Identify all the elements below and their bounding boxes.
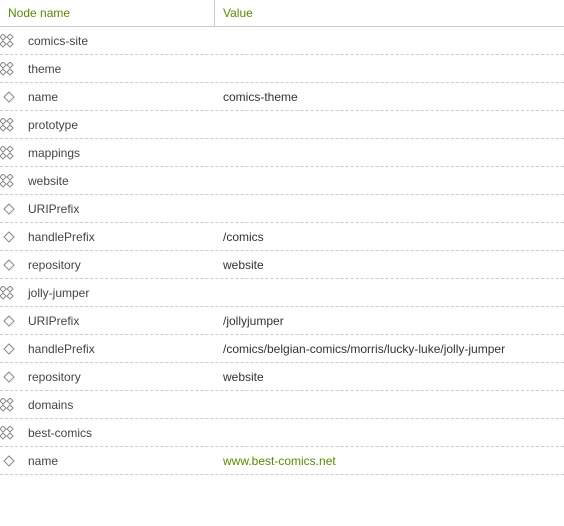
- tree-row[interactable]: handlePrefix/comics/belgian-comics/morri…: [0, 335, 564, 363]
- tree-row[interactable]: name www.best-comics.net: [0, 447, 564, 475]
- node-value: /comics/belgian-comics/morris/lucky-luke…: [215, 338, 564, 360]
- group-node-icon: [0, 426, 18, 440]
- node-name-cell: repository: [0, 366, 215, 388]
- node-name-cell: handlePrefix: [0, 338, 215, 360]
- node-label: URIPrefix: [18, 314, 79, 328]
- node-value: [215, 37, 564, 45]
- node-value[interactable]: www.best-comics.net: [215, 450, 564, 472]
- node-value: [215, 429, 564, 437]
- node-label: comics-site: [18, 34, 88, 48]
- node-label: handlePrefix: [18, 230, 95, 244]
- node-name-cell: name: [0, 450, 215, 472]
- node-label: website: [18, 174, 69, 188]
- node-label: handlePrefix: [18, 342, 95, 356]
- node-label: repository: [18, 258, 81, 272]
- tree-row[interactable]: mappings: [0, 139, 564, 167]
- group-node-icon: [0, 34, 18, 48]
- node-value: [215, 65, 564, 73]
- node-label: theme: [18, 62, 61, 76]
- node-value: [215, 149, 564, 157]
- group-node-icon: [0, 398, 18, 412]
- node-name-cell: theme: [0, 58, 215, 80]
- node-label: repository: [18, 370, 81, 384]
- node-label: prototype: [18, 118, 78, 132]
- table-header: Node name Value: [0, 0, 564, 27]
- header-node-name: Node name: [0, 0, 215, 26]
- group-node-icon: [0, 146, 18, 160]
- tree-row[interactable]: handlePrefix/comics: [0, 223, 564, 251]
- leaf-node-icon: [0, 230, 18, 244]
- node-value: website: [215, 254, 564, 276]
- node-name-cell: repository: [0, 254, 215, 276]
- tree-row[interactable]: URIPrefix: [0, 195, 564, 223]
- node-name-cell: best-comics: [0, 422, 215, 444]
- node-name-cell: URIPrefix: [0, 310, 215, 332]
- node-value: /jollyjumper: [215, 310, 564, 332]
- node-name-cell: jolly-jumper: [0, 282, 215, 304]
- leaf-node-icon: [0, 314, 18, 328]
- tree-row[interactable]: website: [0, 167, 564, 195]
- group-node-icon: [0, 118, 18, 132]
- node-name-cell: website: [0, 170, 215, 192]
- leaf-node-icon: [0, 202, 18, 216]
- node-value: [215, 121, 564, 129]
- node-label: name: [18, 454, 58, 468]
- node-value: [215, 177, 564, 185]
- tree-row[interactable]: domains: [0, 391, 564, 419]
- leaf-node-icon: [0, 370, 18, 384]
- leaf-node-icon: [0, 342, 18, 356]
- group-node-icon: [0, 62, 18, 76]
- header-value: Value: [215, 0, 564, 26]
- node-name-cell: comics-site: [0, 30, 215, 52]
- tree-row[interactable]: jolly-jumper: [0, 279, 564, 307]
- tree-row[interactable]: URIPrefix/jollyjumper: [0, 307, 564, 335]
- tree-row[interactable]: name comics-theme: [0, 83, 564, 111]
- tree-row[interactable]: repository website: [0, 363, 564, 391]
- node-value: /comics: [215, 226, 564, 248]
- node-name-cell: prototype: [0, 114, 215, 136]
- node-label: name: [18, 90, 58, 104]
- node-name-cell: domains: [0, 394, 215, 416]
- group-node-icon: [0, 286, 18, 300]
- node-value: comics-theme: [215, 86, 564, 108]
- leaf-node-icon: [0, 258, 18, 272]
- node-name-cell: handlePrefix: [0, 226, 215, 248]
- tree-row[interactable]: best-comics: [0, 419, 564, 447]
- node-value: [215, 401, 564, 409]
- node-value: [215, 205, 564, 213]
- tree-row[interactable]: repository website: [0, 251, 564, 279]
- node-label: mappings: [18, 146, 80, 160]
- node-name-cell: mappings: [0, 142, 215, 164]
- tree-row[interactable]: theme: [0, 55, 564, 83]
- node-label: jolly-jumper: [18, 286, 89, 300]
- leaf-node-icon: [0, 454, 18, 468]
- tree-body: comics-site theme name comics-theme prototyp…: [0, 27, 564, 475]
- tree-row[interactable]: prototype: [0, 111, 564, 139]
- node-label: domains: [18, 398, 73, 412]
- node-label: URIPrefix: [18, 202, 79, 216]
- node-label: best-comics: [18, 426, 92, 440]
- node-value: website: [215, 366, 564, 388]
- group-node-icon: [0, 174, 18, 188]
- node-name-cell: URIPrefix: [0, 198, 215, 220]
- node-name-cell: name: [0, 86, 215, 108]
- node-value: [215, 289, 564, 297]
- tree-row[interactable]: comics-site: [0, 27, 564, 55]
- leaf-node-icon: [0, 90, 18, 104]
